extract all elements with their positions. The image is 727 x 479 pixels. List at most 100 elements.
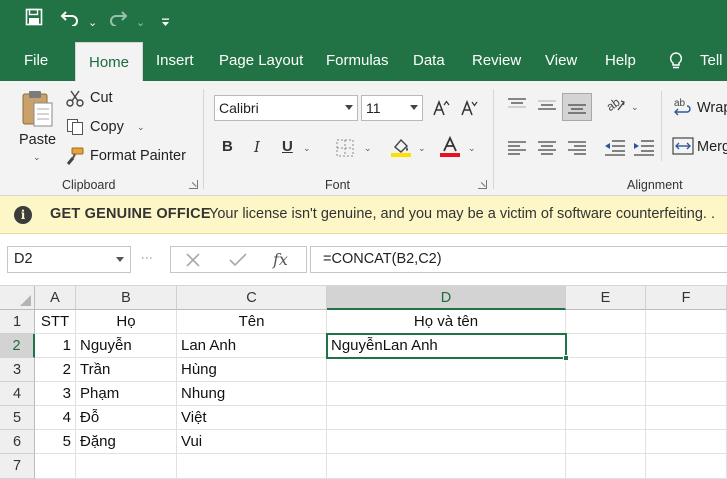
cell-f4[interactable] — [646, 382, 727, 406]
column-header-a[interactable]: A — [35, 286, 76, 310]
font-launcher-icon[interactable] — [478, 180, 487, 189]
decrease-indent-icon[interactable] — [604, 139, 626, 160]
tab-data[interactable]: Data — [400, 40, 458, 81]
tab-formulas[interactable]: Formulas — [313, 40, 402, 81]
paste-icon[interactable] — [20, 89, 56, 132]
tab-insert[interactable]: Insert — [143, 40, 207, 81]
cancel-icon[interactable] — [185, 252, 201, 271]
tab-view[interactable]: View — [532, 40, 590, 81]
cut-icon[interactable] — [66, 89, 84, 110]
cell-a4[interactable]: 3 — [35, 382, 76, 406]
paste-button[interactable]: Paste — [19, 132, 56, 148]
paste-dropdown-icon[interactable]: ⌄ — [33, 152, 41, 163]
tab-file[interactable]: File — [11, 40, 61, 81]
underline-dropdown-icon[interactable]: ⌄ — [303, 143, 311, 154]
cell-b7[interactable] — [76, 454, 177, 479]
cell-a3[interactable]: 2 — [35, 358, 76, 382]
cell-d4[interactable] — [327, 382, 566, 406]
cell-f2[interactable] — [646, 334, 727, 358]
column-header-c[interactable]: C — [177, 286, 327, 310]
cell-c6[interactable]: Vui — [177, 430, 327, 454]
cell-b1[interactable]: Họ — [76, 310, 177, 334]
font-name-select[interactable]: Calibri — [214, 95, 358, 121]
cell-b3[interactable]: Trần — [76, 358, 177, 382]
column-header-f[interactable]: F — [646, 286, 727, 310]
align-bottom-icon[interactable] — [562, 93, 592, 121]
cell-e5[interactable] — [566, 406, 646, 430]
cell-f3[interactable] — [646, 358, 727, 382]
cell-d2[interactable]: NguyễnLan Anh — [327, 334, 566, 358]
cell-c3[interactable]: Hùng — [177, 358, 327, 382]
fill-handle[interactable] — [563, 355, 569, 361]
cell-a5[interactable]: 4 — [35, 406, 76, 430]
cell-d3[interactable] — [327, 358, 566, 382]
cell-d6[interactable] — [327, 430, 566, 454]
fill-color-icon[interactable] — [390, 136, 412, 161]
cell-f1[interactable] — [646, 310, 727, 334]
row-header-2[interactable]: 2 — [0, 334, 35, 358]
tab-tell-me[interactable]: Tell — [687, 40, 727, 81]
format-painter-button[interactable]: Format Painter — [90, 148, 186, 164]
wrap-text-icon[interactable]: ab — [673, 97, 693, 120]
row-header-3[interactable]: 3 — [0, 358, 35, 382]
clipboard-launcher-icon[interactable] — [189, 180, 198, 189]
customize-toolbar-icon[interactable] — [161, 13, 170, 35]
undo-icon[interactable] — [60, 8, 80, 31]
cut-button[interactable]: Cut — [90, 90, 113, 106]
column-header-d[interactable]: D — [327, 286, 566, 310]
tab-help[interactable]: Help — [592, 40, 649, 81]
font-color-dropdown-icon[interactable]: ⌄ — [468, 143, 476, 154]
insert-function-icon[interactable]: fx — [273, 250, 288, 269]
column-header-b[interactable]: B — [76, 286, 177, 310]
enter-icon[interactable] — [229, 252, 247, 271]
undo-dropdown-icon[interactable]: ⌄ — [88, 12, 97, 34]
copy-dropdown-icon[interactable]: ⌄ — [137, 122, 145, 133]
cell-b4[interactable]: Phạm — [76, 382, 177, 406]
cell-e3[interactable] — [566, 358, 646, 382]
font-size-select[interactable]: 11 — [361, 95, 423, 121]
cell-e6[interactable] — [566, 430, 646, 454]
cell-c7[interactable] — [177, 454, 327, 479]
merge-center-icon[interactable] — [672, 137, 694, 158]
name-box[interactable]: D2 — [7, 246, 131, 273]
underline-icon[interactable]: U — [282, 138, 293, 155]
orientation-dropdown-icon[interactable]: ⌄ — [631, 102, 639, 113]
align-center-icon[interactable] — [537, 141, 557, 158]
chevron-down-icon[interactable] — [116, 257, 124, 262]
cell-b2[interactable]: Nguyễn — [76, 334, 177, 358]
cell-e7[interactable] — [566, 454, 646, 479]
row-header-6[interactable]: 6 — [0, 430, 35, 454]
cell-a7[interactable] — [35, 454, 76, 479]
row-header-1[interactable]: 1 — [0, 310, 35, 334]
cell-c2[interactable]: Lan Anh — [177, 334, 327, 358]
formula-input[interactable]: =CONCAT(B2,C2) — [310, 246, 727, 273]
cell-c1[interactable]: Tên — [177, 310, 327, 334]
italic-icon[interactable]: I — [254, 138, 260, 156]
formula-bar-resize-handle[interactable]: ⋮ — [140, 252, 154, 263]
cell-f5[interactable] — [646, 406, 727, 430]
tab-page-layout[interactable]: Page Layout — [206, 40, 316, 81]
copy-button[interactable]: Copy — [90, 119, 124, 135]
increase-font-size-icon[interactable] — [432, 99, 450, 120]
cell-d5[interactable] — [327, 406, 566, 430]
cell-d1[interactable]: Họ và tên — [327, 310, 566, 334]
save-icon[interactable] — [25, 8, 43, 31]
redo-icon[interactable] — [108, 8, 128, 31]
increase-indent-icon[interactable] — [633, 139, 655, 160]
cell-b5[interactable]: Đỗ — [76, 406, 177, 430]
align-left-icon[interactable] — [507, 141, 527, 158]
fill-color-dropdown-icon[interactable]: ⌄ — [418, 143, 426, 154]
cell-a6[interactable]: 5 — [35, 430, 76, 454]
tab-home[interactable]: Home — [75, 42, 144, 83]
cell-c4[interactable]: Nhung — [177, 382, 327, 406]
row-header-4[interactable]: 4 — [0, 382, 35, 406]
align-middle-icon[interactable] — [537, 97, 557, 116]
merge-center-button[interactable]: Merg — [697, 139, 727, 155]
orientation-icon[interactable]: ab — [604, 94, 626, 117]
select-all-button[interactable] — [0, 286, 35, 310]
font-color-icon[interactable] — [439, 135, 461, 161]
borders-icon[interactable] — [336, 139, 354, 160]
format-painter-icon[interactable] — [66, 147, 84, 168]
wrap-text-button[interactable]: Wrap — [697, 100, 727, 116]
column-header-e[interactable]: E — [566, 286, 646, 310]
